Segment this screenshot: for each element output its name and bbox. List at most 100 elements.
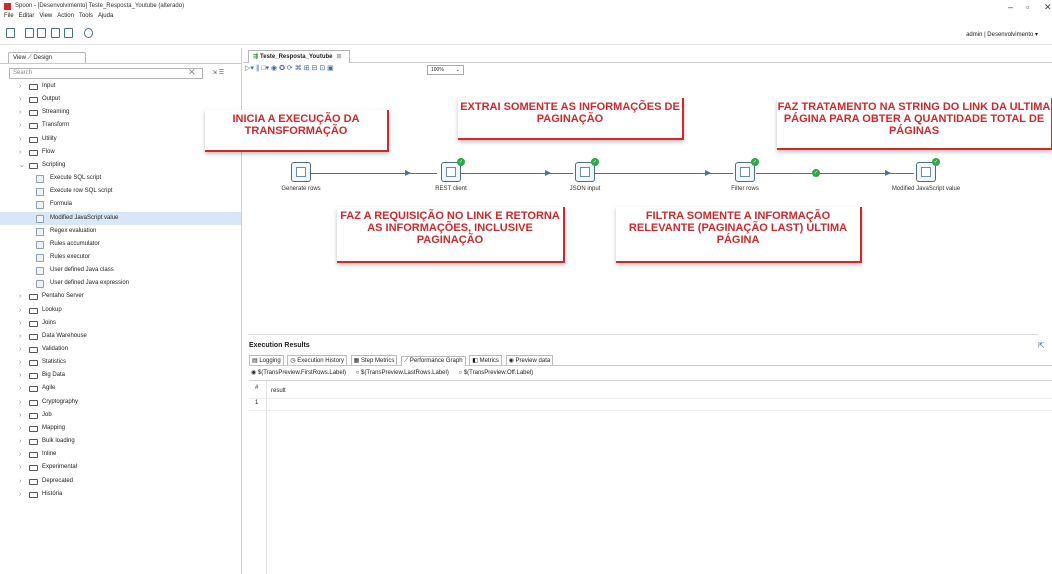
note-inicia[interactable]: INICIA A EXECUÇÃO DA TRANSFORMAÇÃO	[205, 110, 389, 152]
tree-category-hist-ria[interactable]: › História	[0, 488, 241, 501]
tree-category-deprecated[interactable]: › Deprecated	[0, 475, 241, 488]
menu-file[interactable]: File	[4, 13, 14, 19]
steps-search-input[interactable]: Search	[9, 68, 203, 79]
run-options-icon[interactable]: ▾	[250, 65, 254, 72]
chevron-right-icon[interactable]: ›	[19, 461, 21, 474]
chevron-down-icon[interactable]: ⌄	[19, 159, 25, 172]
zoom-select[interactable]: 100% ⌄	[427, 65, 464, 75]
tree-item-modified-javascript-value[interactable]: Modified JavaScript value	[0, 211, 241, 225]
step-generate-rows[interactable]	[291, 162, 311, 182]
impact-icon[interactable]: ⊞	[304, 65, 310, 72]
tab-performance-graph[interactable]: ⟋ Performance Graph	[401, 356, 466, 366]
close-button[interactable]: ✕	[1044, 2, 1052, 13]
tree-item-execute-sql-script[interactable]: Execute SQL script	[0, 172, 241, 185]
tree-category-scripting[interactable]: ⌄ Scripting	[0, 159, 241, 172]
note-requisicao[interactable]: FAZ A REQUISIÇÃO NO LINK E RETORNA AS IN…	[337, 207, 565, 263]
note-filtra[interactable]: FILTRA SOMENTE A INFORMAÇÃO RELEVANTE (P…	[616, 207, 862, 263]
tree-item-execute-row-sql-script[interactable]: Execute row SQL script	[0, 185, 241, 198]
tree-category-inline[interactable]: › Inline	[0, 448, 241, 461]
menu-view[interactable]: View	[39, 13, 52, 19]
user-repository-info[interactable]: admin | Desenvolvimento ▾	[966, 31, 1038, 38]
tree-category-lookup[interactable]: › Lookup	[0, 304, 241, 317]
radio-off[interactable]: ○ $(TransPreview.Off.Label)	[459, 370, 538, 376]
view-design-tab[interactable]: View ⟋ Design	[8, 52, 86, 63]
tab-preview-data[interactable]: ◉ Preview data	[505, 355, 554, 365]
tree-category-statistics[interactable]: › Statistics	[0, 356, 241, 369]
sql-icon[interactable]: ⊟	[312, 65, 318, 72]
tree-item-regex-evaluation[interactable]: Regex evaluation	[0, 225, 241, 238]
tree-category-mapping[interactable]: › Mapping	[0, 422, 241, 435]
chevron-right-icon[interactable]: ›	[19, 330, 21, 343]
expand-collapse-icon[interactable]: ⇲ ☰	[212, 69, 224, 76]
preview-icon[interactable]: ◉	[271, 65, 277, 72]
explore-repository-icon[interactable]	[37, 28, 46, 38]
note-extrai[interactable]: EXTRAI SOMENTE AS INFORMAÇÕES DE PAGINAÇ…	[458, 98, 684, 140]
tree-category-cryptography[interactable]: › Cryptography	[0, 396, 241, 409]
perspective-icon[interactable]	[84, 28, 93, 38]
chevron-right-icon[interactable]: ›	[19, 93, 21, 106]
tree-category-input[interactable]: › Input	[0, 80, 241, 93]
new-file-icon[interactable]	[6, 28, 15, 38]
chevron-right-icon[interactable]: ›	[19, 343, 21, 356]
chevron-right-icon[interactable]: ›	[19, 356, 21, 369]
save-as-icon[interactable]	[64, 28, 73, 38]
minimize-button[interactable]: –	[1008, 2, 1013, 12]
tree-category-joins[interactable]: › Joins	[0, 317, 241, 330]
chevron-right-icon[interactable]: ›	[19, 106, 21, 119]
replay-icon[interactable]: ⟳	[287, 65, 293, 72]
verify-icon[interactable]: ⌘	[295, 65, 302, 72]
tab-metrics[interactable]: ◧ Metrics	[469, 355, 502, 365]
save-icon[interactable]	[51, 28, 60, 38]
tree-category-experimental[interactable]: › Experimental	[0, 461, 241, 474]
clear-search-icon[interactable]: ✕	[188, 67, 196, 78]
menu-ajuda[interactable]: Ajuda	[98, 13, 113, 19]
column-header-result[interactable]: result	[271, 388, 286, 394]
chevron-right-icon[interactable]: ›	[19, 146, 21, 159]
menu-editar[interactable]: Editar	[19, 13, 35, 19]
chevron-right-icon[interactable]: ›	[19, 422, 21, 435]
tree-category-bulk-loading[interactable]: › Bulk loading	[0, 435, 241, 448]
transformation-canvas[interactable]: ✓ Generate rows ✓ REST client ✓ JSON inp…	[205, 78, 1052, 334]
chevron-right-icon[interactable]: ›	[19, 80, 21, 93]
chevron-right-icon[interactable]: ›	[19, 475, 21, 488]
chevron-right-icon[interactable]: ›	[19, 448, 21, 461]
maximize-button[interactable]: ▫	[1026, 2, 1029, 12]
tree-item-formula[interactable]: Formula	[0, 198, 241, 211]
tree-category-data-warehouse[interactable]: › Data Warehouse	[0, 330, 241, 343]
chevron-right-icon[interactable]: ›	[19, 133, 21, 146]
chevron-right-icon[interactable]: ›	[19, 488, 21, 501]
tree-item-rules-accumulator[interactable]: Rules accumulator	[0, 238, 241, 251]
open-file-icon[interactable]	[25, 28, 34, 38]
canvas-scrollbar[interactable]	[248, 334, 1038, 335]
explore-db-icon[interactable]: ⊡	[319, 65, 325, 72]
show-results-icon[interactable]: ▣	[327, 65, 334, 72]
chevron-right-icon[interactable]: ›	[19, 119, 21, 132]
radio-last-rows[interactable]: ○ $(TransPreview.LastRows.Label)	[356, 370, 453, 376]
tree-category-agile[interactable]: › Agile	[0, 382, 241, 395]
radio-first-rows[interactable]: ◉ $(TransPreview.FirstRows.Label)	[251, 370, 350, 376]
note-tratamento[interactable]: FAZ TRATAMENTO NA STRING DO LINK DA ULTI…	[777, 98, 1052, 150]
maximize-panel-icon[interactable]: ⇱	[1038, 341, 1045, 350]
tree-item-user-defined-java-class[interactable]: User defined Java class	[0, 264, 241, 277]
transformation-tab[interactable]: ⇶ Teste_Resposta_Youtube ⊠	[248, 50, 350, 63]
chevron-right-icon[interactable]: ›	[19, 304, 21, 317]
chevron-right-icon[interactable]: ›	[19, 369, 21, 382]
tab-logging[interactable]: ▤ Logging	[249, 355, 284, 365]
tab-step-metrics[interactable]: ▦ Step Metrics	[350, 355, 398, 365]
tab-execution-history[interactable]: ◷ Execution History	[287, 355, 347, 365]
chevron-right-icon[interactable]: ›	[19, 382, 21, 395]
tree-item-rules-executor[interactable]: Rules executor	[0, 251, 241, 264]
chevron-right-icon[interactable]: ›	[19, 435, 21, 448]
hop-json-filter[interactable]	[595, 173, 733, 174]
menu-action[interactable]: Action	[57, 13, 74, 19]
tree-category-output[interactable]: › Output	[0, 93, 241, 106]
tree-category-pentaho-server[interactable]: › Pentaho Server	[0, 290, 241, 303]
tree-item-user-defined-java-expression[interactable]: User defined Java expression	[0, 277, 241, 290]
tree-category-big-data[interactable]: › Big Data	[0, 369, 241, 382]
hop-generate-rest[interactable]	[311, 173, 437, 174]
chevron-right-icon[interactable]: ›	[19, 317, 21, 330]
stop-options-icon[interactable]: ▾	[266, 65, 270, 72]
tree-category-validation[interactable]: › Validation	[0, 343, 241, 356]
chevron-right-icon[interactable]: ›	[19, 409, 21, 422]
chevron-right-icon[interactable]: ›	[19, 396, 21, 409]
